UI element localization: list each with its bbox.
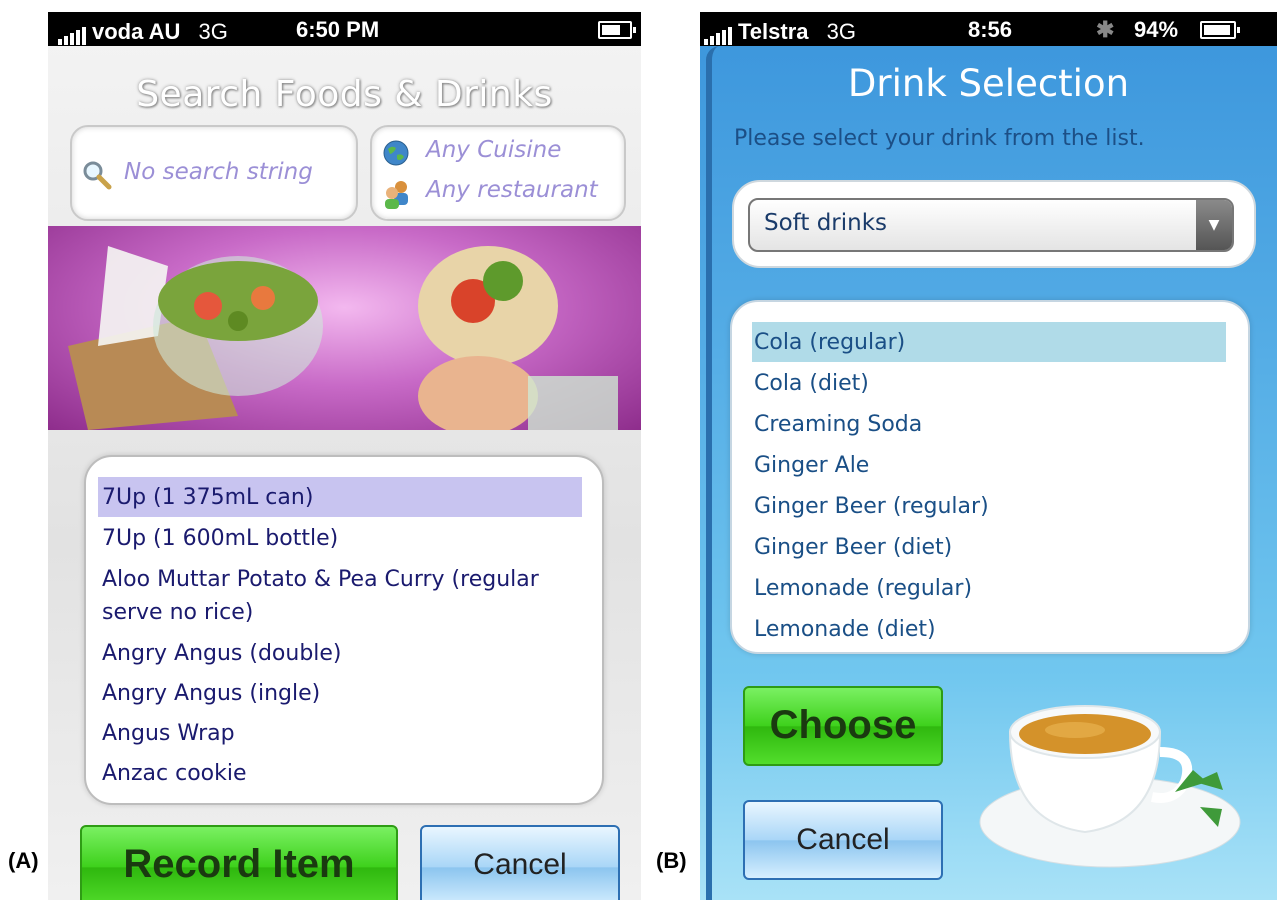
clock: 6:50 PM bbox=[296, 17, 380, 42]
filter-box[interactable]: Any Cuisine Any restaurant bbox=[370, 125, 626, 221]
tea-cup-image bbox=[979, 705, 1241, 868]
magnifier-icon bbox=[83, 161, 112, 190]
page-title: Drink Selection bbox=[847, 62, 1130, 105]
list-item[interactable]: Cola (diet) bbox=[754, 366, 1230, 401]
phone-screen-a: voda AU 3G 6:50 PM Search Foods & Drinks… bbox=[48, 12, 641, 900]
network-type: 3G bbox=[826, 19, 856, 44]
panel-label-a: (A) bbox=[8, 848, 39, 873]
globe-icon bbox=[383, 140, 409, 166]
list-item[interactable]: 7Up (1 375mL can) bbox=[102, 480, 584, 515]
list-item[interactable]: Creaming Soda bbox=[754, 407, 1230, 442]
food-banner-image bbox=[48, 226, 641, 430]
battery-icon bbox=[1200, 21, 1240, 39]
list-item[interactable]: Ginger Ale bbox=[754, 448, 1230, 483]
list-item[interactable]: serve no rice) bbox=[102, 595, 584, 630]
dropdown-arrow-icon[interactable]: ▼ bbox=[1196, 200, 1232, 250]
cancel-button[interactable]: Cancel bbox=[743, 800, 943, 880]
food-list[interactable]: 7Up (1 375mL can) 7Up (1 600mL bottle) A… bbox=[84, 455, 604, 805]
page-title: Search Foods & Drinks bbox=[136, 74, 553, 115]
list-item[interactable]: Ginger Beer (diet) bbox=[754, 530, 1230, 565]
carrier-name: voda AU bbox=[92, 19, 181, 44]
select-value: Soft drinks bbox=[764, 210, 888, 236]
list-item[interactable]: Angus Wrap bbox=[102, 716, 584, 751]
restaurant-filter[interactable]: Any restaurant bbox=[426, 177, 598, 203]
list-item[interactable]: Angry Angus (ingle) bbox=[102, 676, 584, 711]
signal-icon bbox=[58, 19, 88, 45]
list-item[interactable]: Aloo Muttar Potato & Pea Curry (regular bbox=[102, 562, 584, 597]
phone-screen-b: Telstra 3G 8:56 ✱ 94% Drink Selection Pl… bbox=[700, 12, 1277, 900]
list-item[interactable]: Cola (regular) bbox=[754, 325, 1230, 360]
status-bar: Telstra 3G 8:56 ✱ 94% bbox=[700, 12, 1277, 46]
search-placeholder: No search string bbox=[124, 159, 313, 185]
drink-category-select[interactable]: Soft drinks ▼ bbox=[748, 198, 1234, 252]
search-field[interactable]: No search string bbox=[70, 125, 358, 221]
list-item[interactable]: Lemonade (diet) bbox=[754, 612, 1230, 647]
cancel-button[interactable]: Cancel bbox=[420, 825, 620, 900]
cuisine-filter[interactable]: Any Cuisine bbox=[426, 137, 561, 163]
list-item[interactable]: Lemonade (regular) bbox=[754, 571, 1230, 606]
signal-icon bbox=[704, 19, 734, 45]
status-bar: voda AU 3G 6:50 PM bbox=[48, 12, 641, 46]
list-item[interactable]: Angry Angus (double) bbox=[102, 636, 584, 671]
dropdown-container: Soft drinks ▼ bbox=[732, 180, 1256, 268]
panel-label-b: (B) bbox=[656, 848, 687, 873]
people-icon bbox=[385, 181, 408, 209]
record-item-button[interactable]: Record Item bbox=[80, 825, 398, 900]
network-type: 3G bbox=[198, 19, 228, 44]
drink-list[interactable]: Cola (regular) Cola (diet) Creaming Soda… bbox=[730, 300, 1250, 654]
list-item[interactable]: 7Up (1 600mL bottle) bbox=[102, 521, 584, 556]
bluetooth-icon: ✱ bbox=[1096, 17, 1115, 42]
clock: 8:56 bbox=[968, 17, 1013, 42]
list-item[interactable]: Anzac cookie bbox=[102, 756, 584, 791]
battery-icon bbox=[598, 21, 636, 39]
battery-percent: 94% bbox=[1134, 17, 1179, 42]
choose-button[interactable]: Choose bbox=[743, 686, 943, 766]
instruction-text: Please select your drink from the list. bbox=[734, 126, 1145, 151]
list-item[interactable]: Ginger Beer (regular) bbox=[754, 489, 1230, 524]
carrier-name: Telstra bbox=[738, 19, 809, 44]
